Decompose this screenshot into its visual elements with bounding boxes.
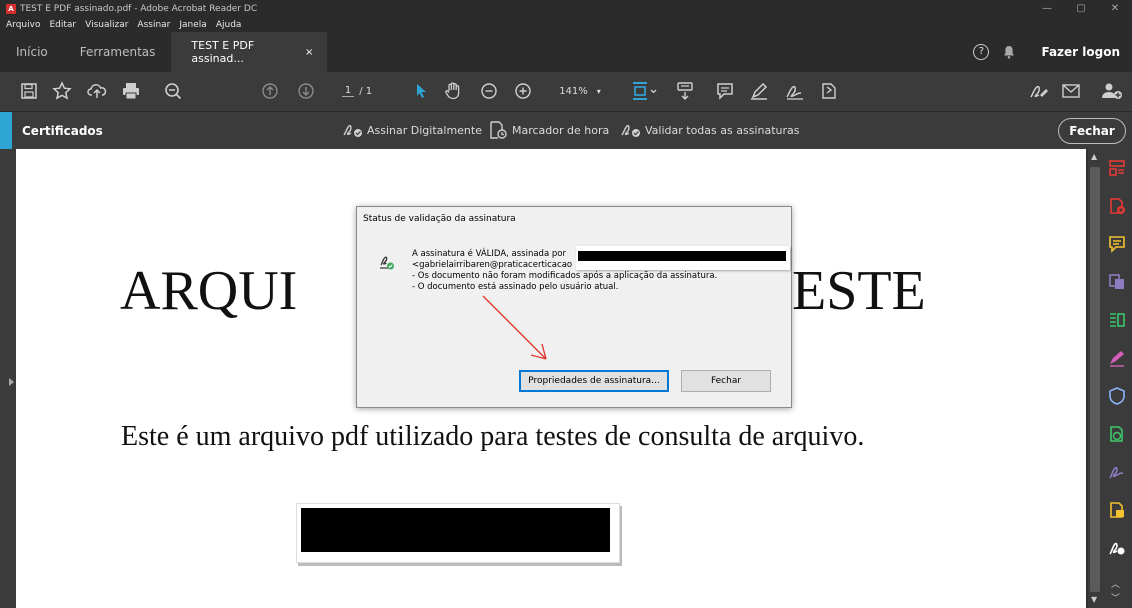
zoom-search-icon[interactable] <box>160 76 186 106</box>
main-toolbar: 1 / 1 141% ▾ <box>0 72 1132 111</box>
sign-tool-icon[interactable] <box>1026 76 1052 106</box>
right-tools-panel: ︿ ﹀ <box>1102 149 1132 608</box>
export-pdf-icon[interactable] <box>1108 425 1126 443</box>
validate-signature-icon <box>621 124 640 137</box>
login-button[interactable]: Fazer logon <box>1041 45 1120 59</box>
mail-icon[interactable] <box>1058 76 1084 106</box>
timestamp-icon <box>490 121 507 139</box>
fill-sign-icon[interactable] <box>782 76 808 106</box>
tab-home[interactable]: Início <box>0 32 64 72</box>
certificates-bar: Certificados Assinar Digitalmente Marcad… <box>0 111 1132 150</box>
close-certificates-button[interactable]: Fechar <box>1058 118 1126 144</box>
chevron-down-icon: ▾ <box>596 86 601 96</box>
document-heading-left: ARQUI <box>120 260 298 322</box>
tab-tools[interactable]: Ferramentas <box>64 32 172 72</box>
star-icon[interactable] <box>49 76 75 106</box>
panel-scroll-down-icon[interactable]: ﹀ <box>1111 591 1120 604</box>
menu-item-ajuda[interactable]: Ajuda <box>216 20 242 30</box>
upload-cloud-icon[interactable] <box>84 76 110 106</box>
sign-digitally-label: Assinar Digitalmente <box>367 123 482 137</box>
signature-validation-dialog: Status de validação da assinatura A assi… <box>356 206 792 408</box>
scrollbar-thumb[interactable] <box>1090 167 1100 592</box>
next-page-icon[interactable] <box>293 76 319 106</box>
scroll-up-icon[interactable]: ▲ <box>1091 152 1097 161</box>
scroll-mode-icon[interactable] <box>672 76 698 106</box>
organize-pages-icon[interactable] <box>1108 159 1126 177</box>
vertical-scrollbar[interactable]: ▲ ▼ <box>1088 149 1102 608</box>
valid-signature-icon <box>380 256 394 270</box>
send-for-signature-icon[interactable] <box>1108 463 1126 481</box>
fill-sign-tool-icon[interactable] <box>1108 349 1126 367</box>
add-user-icon[interactable] <box>1098 76 1126 106</box>
validate-all-button[interactable]: Validar todas as assinaturas <box>620 122 799 138</box>
redacted-signer-name <box>578 251 786 261</box>
highlight-pen-icon[interactable] <box>746 76 772 106</box>
combine-files-icon[interactable] <box>1108 273 1126 291</box>
sign-pen-icon <box>343 124 362 137</box>
scroll-down-icon[interactable]: ▼ <box>1091 595 1097 604</box>
document-body-text: Este é um arquivo pdf utilizado para tes… <box>121 421 865 452</box>
sign-digitally-button[interactable]: Assinar Digitalmente <box>342 122 482 138</box>
zoom-level-dropdown[interactable]: 141% ▾ <box>550 76 610 106</box>
bell-icon[interactable] <box>1003 45 1015 59</box>
page-fit-icon[interactable] <box>628 76 662 106</box>
create-pdf-icon[interactable] <box>1108 197 1126 215</box>
edit-pdf-icon[interactable] <box>1108 311 1126 329</box>
menu-bar: Arquivo Editar Visualizar Assinar Janela… <box>0 18 1132 32</box>
panel-scroll-up-icon[interactable]: ︿ <box>1111 577 1120 590</box>
dialog-title: Status de validação da assinatura <box>363 214 516 224</box>
certificates-accent-marker <box>0 111 12 150</box>
certificates-title: Certificados <box>22 123 103 138</box>
zoom-out-icon[interactable] <box>476 76 502 106</box>
menu-item-janela[interactable]: Janela <box>179 20 206 30</box>
title-bar: A TEST E PDF assinado.pdf - Adobe Acroba… <box>0 0 1132 18</box>
acrobat-logo-icon: A <box>6 4 16 14</box>
share-document-icon[interactable] <box>1108 501 1126 519</box>
menu-item-assinar[interactable]: Assinar <box>137 20 170 30</box>
certificates-tool-icon[interactable] <box>1108 539 1126 557</box>
protect-shield-icon[interactable] <box>1108 387 1126 405</box>
select-cursor-icon[interactable] <box>408 76 434 106</box>
close-window-button[interactable]: ✕ <box>1098 0 1132 18</box>
signature-properties-button[interactable]: Propriedades de assinatura... <box>519 370 669 392</box>
timestamp-button[interactable]: Marcador de hora <box>488 121 609 139</box>
page-indicator[interactable]: 1 / 1 <box>334 76 380 106</box>
previous-page-icon[interactable] <box>257 76 283 106</box>
tab-bar: Início Ferramentas TEST E PDF assinad...… <box>0 32 1132 72</box>
window-controls: — ▢ ✕ <box>1030 0 1132 18</box>
zoom-in-icon[interactable] <box>510 76 536 106</box>
page-total: / 1 <box>359 85 373 97</box>
save-icon[interactable] <box>16 76 42 106</box>
hand-tool-icon[interactable] <box>440 76 466 106</box>
minimize-button[interactable]: — <box>1030 0 1064 18</box>
maximize-button[interactable]: ▢ <box>1064 0 1098 18</box>
tab-document-label: TEST E PDF assinad... <box>191 39 255 65</box>
menu-item-editar[interactable]: Editar <box>49 20 76 30</box>
comment-tool-icon[interactable] <box>1108 235 1126 253</box>
help-icon[interactable]: ? <box>973 44 990 60</box>
tab-bar-right: ? Fazer logon <box>973 32 1132 72</box>
menu-item-arquivo[interactable]: Arquivo <box>6 20 40 30</box>
tab-document[interactable]: TEST E PDF assinad... × <box>171 32 328 72</box>
comment-icon[interactable] <box>712 76 738 106</box>
validate-all-label: Validar todas as assinaturas <box>645 123 800 137</box>
window-title: TEST E PDF assinado.pdf - Adobe Acrobat … <box>20 4 258 14</box>
page-current-input[interactable]: 1 <box>341 85 355 97</box>
document-heading-right: ESTE <box>792 260 926 322</box>
left-panel-toggle[interactable] <box>0 149 16 608</box>
timestamp-label: Marcador de hora <box>512 123 610 137</box>
close-tab-icon[interactable]: × <box>305 47 313 58</box>
share-send-icon[interactable] <box>816 76 842 106</box>
zoom-level-value: 141% <box>559 85 588 97</box>
print-icon[interactable] <box>118 76 144 106</box>
dialog-close-button[interactable]: Fechar <box>681 370 771 392</box>
menu-item-visualizar[interactable]: Visualizar <box>85 20 128 30</box>
redacted-signature-block <box>301 508 610 552</box>
